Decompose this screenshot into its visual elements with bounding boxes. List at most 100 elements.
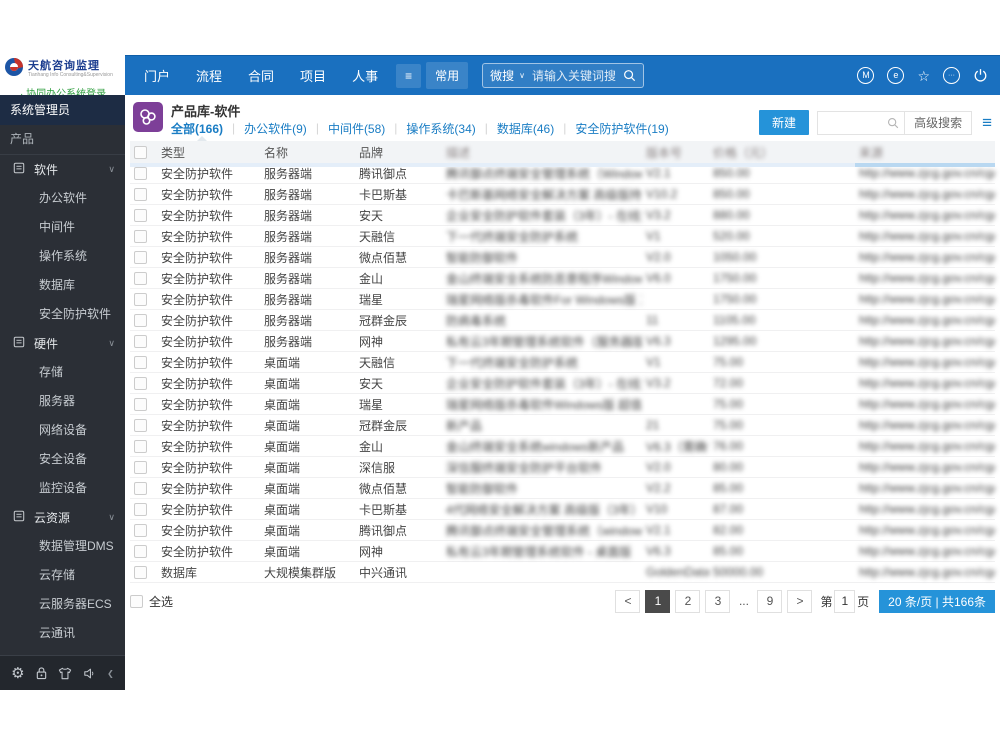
row-checkbox[interactable] [134,545,147,559]
row-checkbox[interactable] [134,314,147,328]
search-icon[interactable] [623,69,636,82]
sidebar-item[interactable]: 网络设备 [0,416,125,445]
table-row[interactable]: 安全防护软件桌面端安天企业安全防护软件套装（3年）- 在线升级不断网V3.272… [130,372,995,394]
row-checkbox[interactable] [134,419,147,433]
cell-source-blurred[interactable]: http://www.zjcg.gov.cn/cg/ [855,372,995,394]
row-checkbox[interactable] [134,167,147,181]
cell-source-blurred[interactable]: http://www.zjcg.gov.cn/cg/ [855,498,995,520]
table-row[interactable]: 安全防护软件服务器端瑞星瑞星网络版杀毒软件For Windows版 三年服务 17… [130,288,995,310]
select-all-checkbox[interactable] [130,595,143,608]
table-row[interactable]: 安全防护软件桌面端腾讯御点腾讯御点终端安全管理系统（windows版）V2.1V… [130,519,995,541]
cell-source-blurred[interactable]: http://www.zjcg.gov.cn/cg/ [855,267,995,289]
sidebar-group-header[interactable]: 软件 ∨ [0,155,125,184]
sidebar-section-product[interactable]: 产品 [0,125,125,155]
row-checkbox[interactable] [134,251,147,265]
nav-item[interactable]: 项目 [300,66,326,85]
search-scope-caret-icon[interactable]: ∨ [519,71,525,80]
category-tab[interactable]: 全部(166) [171,120,223,137]
table-search-input[interactable] [818,112,883,133]
table-row[interactable]: 安全防护软件 桌面端 冠群金辰 新产品 21 75.00 http://www.zjcg.g… [130,414,995,436]
feedback-icon[interactable]: e [887,67,905,84]
sidebar-item[interactable]: 操作系统 [0,242,125,271]
column-header[interactable]: 来源 [855,141,995,163]
pagination-button[interactable]: 1 [645,590,671,613]
sound-speaker-icon[interactable] [83,667,97,680]
row-checkbox[interactable] [134,482,147,496]
cell-source-blurred[interactable]: http://www.zjcg.gov.cn/cg/ [855,393,995,415]
sidebar-item[interactable]: 云通讯 [0,619,125,648]
sidebar-item[interactable]: 云存储 [0,561,125,590]
cell-source-blurred[interactable]: http://www.zjcg.gov.cn/cg/ [855,477,995,499]
power-logout-icon[interactable] [973,68,988,83]
category-tab[interactable]: 操作系统(34) [406,120,475,137]
row-checkbox[interactable] [134,188,147,202]
category-tab[interactable]: 数据库(46) [497,120,554,137]
row-checkbox[interactable] [134,230,147,244]
column-header[interactable]: 类型 [157,141,260,163]
settings-gear-icon[interactable]: ⚙ [11,666,24,681]
favorites-star-icon[interactable]: ☆ [917,69,930,83]
table-row[interactable]: 安全防护软件桌面端金山金山终端安全系统windows新产品V6.3（需确认）76… [130,435,995,457]
cell-source-blurred[interactable]: http://www.zjcg.gov.cn/cg/ [855,456,995,478]
new-button[interactable]: 新建 [759,110,810,135]
table-row[interactable]: 数据库大规模集群版中兴通讯 GoldenData s…50000.00http:/… [130,561,995,583]
sidebar-group-header[interactable]: 云资源 ∨ [0,503,125,532]
cell-source-blurred[interactable]: http://www.zjcg.gov.cn/cg/ [855,540,995,562]
list-view-icon[interactable]: ≡ [982,114,992,131]
row-checkbox[interactable] [134,566,147,580]
column-header[interactable]: 价格（元） [709,141,855,163]
table-row[interactable]: 安全防护软件桌面端卡巴斯基4代网络安全解决方案 高级版（3年）+ 40…V108… [130,498,995,520]
cell-source-blurred[interactable]: http://www.zjcg.gov.cn/cg/ [855,351,995,373]
cell-source-blurred[interactable]: http://www.zjcg.gov.cn/cg/ [855,330,995,352]
category-tab[interactable]: 安全防护软件(19) [575,120,668,137]
pagination-button[interactable]: 3 [705,590,731,613]
page-size-badge[interactable]: 20 条/页 | 共166条 [879,590,995,613]
pagination-button[interactable]: > [787,590,813,613]
cell-source-blurred[interactable]: http://www.zjcg.gov.cn/cg/ [855,519,995,541]
table-row[interactable]: 安全防护软件桌面端瑞星瑞星网络版杀毒软件Windows版 超值装机版 75.00h… [130,393,995,415]
cell-source-blurred[interactable]: http://www.zjcg.gov.cn/cg/ [855,309,995,331]
table-row[interactable]: 安全防护软件服务器端卡巴斯基卡巴斯基网络安全解决方案 高级版持续更新支持…V10… [130,183,995,205]
pagination-button[interactable]: < [615,590,641,613]
column-header[interactable]: 名称 [260,141,355,163]
row-checkbox[interactable] [134,356,147,370]
table-row[interactable]: 安全防护软件服务器端金山金山终端安全系统防恶意程序Windows版专用版V6.0… [130,267,995,289]
table-row[interactable]: 安全防护软件 服务器端 网神 私有云3年期管理系统软件（服务器版） V6.3 1295.0… [130,330,995,352]
table-row[interactable]: 安全防护软件 服务器端 天融信 下一代终端安全防护系统 V1 520.00 http://w… [130,225,995,247]
row-checkbox[interactable] [134,440,147,454]
horizontal-scrollbar-thumb[interactable] [855,163,995,167]
message-icon[interactable]: M [857,67,875,84]
table-row[interactable]: 安全防护软件 服务器端 冠群金辰 防病毒系统 11 1105.00 http://www.z… [130,309,995,331]
toolbar-collapse-icon[interactable]: ❮ [107,669,114,678]
sidebar-item[interactable]: 安全防护软件 [0,300,125,329]
cell-source-blurred[interactable]: http://www.zjcg.gov.cn/cg/ [855,435,995,457]
table-row[interactable]: 安全防护软件 桌面端 网神 私有云3年期管理系统软件 - 桌面版 V6.3 85.00 ht… [130,540,995,562]
cell-source-blurred[interactable]: http://www.zjcg.gov.cn/cg/ [855,288,995,310]
table-row[interactable]: 安全防护软件 桌面端 微点佰慧 智能防御软件 V2.2 85.00 http://www.z… [130,477,995,499]
more-options-icon[interactable]: ··· [943,67,960,84]
sidebar-item[interactable]: 存储 [0,358,125,387]
column-header[interactable]: 品牌 [355,141,442,163]
row-checkbox[interactable] [134,335,147,349]
row-checkbox[interactable] [134,209,147,223]
pagination-button[interactable]: 9 [757,590,783,613]
sidebar-group-header[interactable]: 硬件 ∨ [0,329,125,358]
row-checkbox[interactable] [134,461,147,475]
cell-source-blurred[interactable]: http://www.zjcg.gov.cn/cg/ [855,225,995,247]
column-header[interactable]: 描述 [442,141,642,163]
sidebar-item[interactable]: 服务器 [0,387,125,416]
row-checkbox[interactable] [134,398,147,412]
cell-source-blurred[interactable]: http://www.zjcg.gov.cn/cg/ [855,204,995,226]
sidebar-item[interactable]: 安全设备 [0,445,125,474]
lock-icon[interactable] [35,666,48,680]
theme-shirt-icon[interactable] [58,667,72,680]
category-tab[interactable]: 中间件(58) [328,120,385,137]
table-row[interactable]: 安全防护软件 桌面端 深信服 深信服终端安全防护平台软件 V2.0 80.00 http:/… [130,456,995,478]
column-header[interactable]: 版本号 [642,141,709,163]
table-row[interactable]: 安全防护软件服务器端安天企业安全防护软件套装（3年）- 在线升级不断网V3.28… [130,204,995,226]
more-menus-button[interactable]: ≡ [396,63,422,88]
sidebar-item[interactable]: 数据管理DMS [0,532,125,561]
cell-source-blurred[interactable]: http://www.zjcg.gov.cn/cg/ [855,183,995,205]
header-checkbox[interactable] [134,146,147,160]
row-checkbox[interactable] [134,293,147,307]
